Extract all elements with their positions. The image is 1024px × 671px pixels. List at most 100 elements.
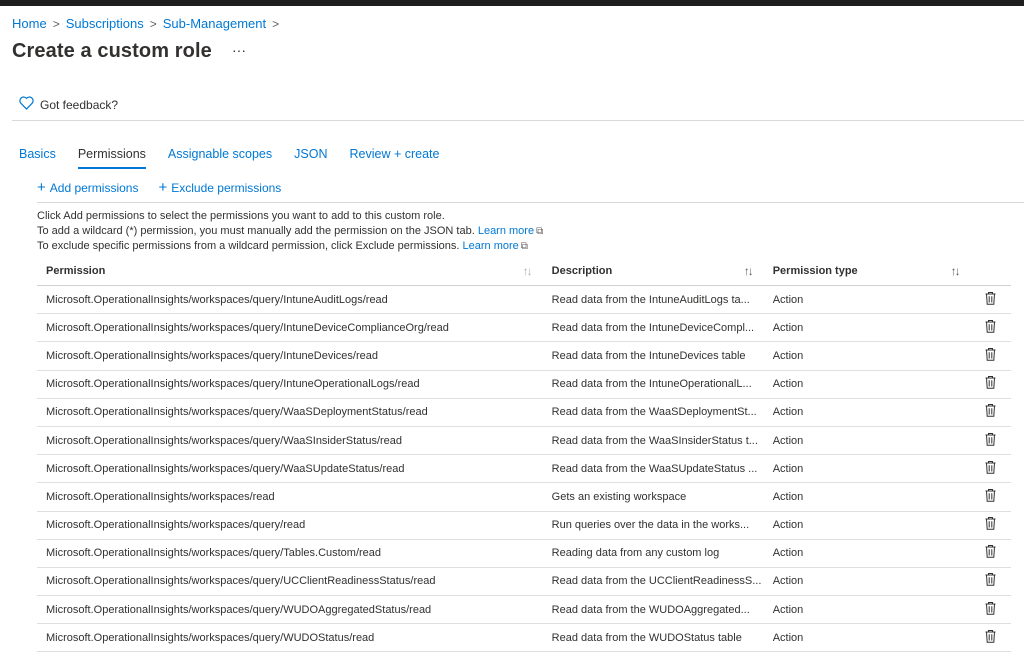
tab-basics[interactable]: Basics xyxy=(19,147,56,169)
info-line-1: Click Add permissions to select the perm… xyxy=(37,210,445,222)
permission-cell: Microsoft.OperationalInsights/workspaces… xyxy=(37,426,543,456)
tab-assignable-scopes[interactable]: Assignable scopes xyxy=(168,147,272,169)
feedback-link[interactable]: Got feedback? xyxy=(19,96,118,113)
table-row: Microsoft.OperationalInsights/workspaces… xyxy=(37,567,1011,597)
table-row: Microsoft.OperationalInsights/workspaces… xyxy=(37,313,1011,343)
delete-cell xyxy=(970,398,1011,427)
table-row: Microsoft.OperationalInsights/workspaces… xyxy=(37,539,1011,568)
description-cell: Read data from the WUDOAggregated... xyxy=(542,595,764,625)
sort-icon[interactable]: ↑↓ xyxy=(744,264,754,278)
permission-type-cell: Action xyxy=(763,567,971,597)
trash-icon[interactable] xyxy=(985,601,996,618)
permission-type-cell: Action xyxy=(763,285,971,315)
add-permissions-label: Add permissions xyxy=(49,181,139,195)
learn-more-link[interactable]: Learn more xyxy=(478,225,534,237)
permission-type-cell: Action xyxy=(763,623,971,653)
table-header-row: Permission ↑↓ Description ↑↓ Permission … xyxy=(37,256,1011,286)
permission-type-cell: Action xyxy=(763,595,971,625)
sort-icon[interactable]: ↑↓ xyxy=(523,264,533,278)
table-row: Microsoft.OperationalInsights/workspaces… xyxy=(37,595,1011,625)
delete-cell xyxy=(970,454,1011,484)
trash-icon[interactable] xyxy=(985,376,996,392)
more-options-button[interactable]: ··· xyxy=(232,42,246,58)
info-line-3-text: To exclude specific permissions from a w… xyxy=(37,240,460,252)
permission-cell: Microsoft.OperationalInsights/workspaces… xyxy=(37,341,543,371)
tab-json[interactable]: JSON xyxy=(294,147,327,169)
page-title: Create a custom role xyxy=(12,40,212,62)
heart-icon xyxy=(19,96,34,113)
learn-more-link[interactable]: Learn more xyxy=(463,240,519,252)
trash-icon[interactable] xyxy=(985,347,996,364)
breadcrumb-separator: > xyxy=(52,16,60,31)
permission-cell: Microsoft.OperationalInsights/workspaces… xyxy=(37,482,543,512)
delete-cell xyxy=(970,539,1011,568)
table-row: Microsoft.OperationalInsights/workspaces… xyxy=(37,370,1011,399)
table-row: Microsoft.OperationalInsights/workspaces… xyxy=(37,454,1011,484)
plus-icon: + xyxy=(158,179,168,196)
description-cell: Reading data from any custom log xyxy=(542,539,764,568)
table-row: Microsoft.OperationalInsights/workspaces… xyxy=(37,398,1011,427)
trash-icon[interactable] xyxy=(985,319,996,336)
external-link-icon: ⧉ xyxy=(520,241,528,252)
permission-type-cell: Action xyxy=(763,398,971,427)
delete-cell xyxy=(970,567,1011,597)
trash-icon[interactable] xyxy=(985,573,996,589)
tab-review-create[interactable]: Review + create xyxy=(349,147,439,169)
trash-icon[interactable] xyxy=(985,545,996,561)
trash-icon[interactable] xyxy=(985,629,996,646)
description-cell: Gets an existing workspace xyxy=(542,482,764,512)
table-row: Microsoft.OperationalInsights/workspaces… xyxy=(37,341,1011,371)
table-row: Microsoft.OperationalInsights/workspaces… xyxy=(37,623,1011,653)
permission-cell: Microsoft.OperationalInsights/workspaces… xyxy=(37,285,543,315)
column-header-permission[interactable]: Permission ↑↓ xyxy=(37,256,543,286)
column-header-label: Permission xyxy=(46,264,106,277)
trash-icon[interactable] xyxy=(985,488,996,505)
permission-type-cell: Action xyxy=(763,370,971,399)
permission-cell: Microsoft.OperationalInsights/workspaces… xyxy=(37,398,543,427)
delete-cell xyxy=(970,285,1011,315)
delete-cell xyxy=(970,623,1011,653)
permissions-table: Permission ↑↓ Description ↑↓ Permission … xyxy=(37,256,1011,653)
delete-cell xyxy=(970,426,1011,456)
permission-cell: Microsoft.OperationalInsights/workspaces… xyxy=(37,454,543,484)
breadcrumb-separator: > xyxy=(272,16,280,31)
trash-icon[interactable] xyxy=(985,432,996,449)
delete-cell xyxy=(970,482,1011,512)
permission-cell: Microsoft.OperationalInsights/workspaces… xyxy=(37,370,543,399)
table-row: Microsoft.OperationalInsights/workspaces… xyxy=(37,482,1011,512)
column-header-label: Permission type xyxy=(772,264,858,277)
permission-type-cell: Action xyxy=(763,341,971,371)
description-cell: Read data from the UCClientReadinessS... xyxy=(542,567,764,597)
permission-type-cell: Action xyxy=(763,511,971,540)
header-divider xyxy=(12,120,1024,121)
trash-icon[interactable] xyxy=(985,291,996,308)
table-body: Microsoft.OperationalInsights/workspaces… xyxy=(37,285,1011,653)
permission-type-cell: Action xyxy=(763,454,971,484)
description-cell: Read data from the IntuneAuditLogs ta... xyxy=(542,285,764,315)
breadcrumb-sub-management[interactable]: Sub-Management xyxy=(163,16,266,31)
trash-icon[interactable] xyxy=(985,517,996,533)
breadcrumb-home[interactable]: Home xyxy=(12,16,47,31)
add-permissions-button[interactable]: + Add permissions xyxy=(37,179,139,196)
delete-cell xyxy=(970,313,1011,343)
plus-icon: + xyxy=(37,179,46,196)
description-cell: Read data from the WaaSInsiderStatus t..… xyxy=(542,426,764,456)
description-cell: Read data from the IntuneDeviceCompl... xyxy=(542,313,764,343)
tab-permissions[interactable]: Permissions xyxy=(77,147,146,169)
exclude-permissions-button[interactable]: + Exclude permissions xyxy=(158,179,281,196)
permission-cell: Microsoft.OperationalInsights/workspaces… xyxy=(37,595,543,625)
column-header-permission-type[interactable]: Permission type ↑↓ xyxy=(763,256,971,286)
breadcrumb-subscriptions[interactable]: Subscriptions xyxy=(66,16,144,31)
delete-cell xyxy=(970,595,1011,625)
trash-icon[interactable] xyxy=(985,404,996,420)
trash-icon[interactable] xyxy=(985,460,996,477)
permission-cell: Microsoft.OperationalInsights/workspaces… xyxy=(37,623,543,653)
info-line-2: To add a wildcard (*) permission, you mu… xyxy=(37,224,543,239)
table-row: Microsoft.OperationalInsights/workspaces… xyxy=(37,511,1011,540)
info-line-3: To exclude specific permissions from a w… xyxy=(37,239,543,254)
sort-icon[interactable]: ↑↓ xyxy=(951,264,961,278)
delete-cell xyxy=(970,370,1011,399)
description-cell: Read data from the WUDOStatus table xyxy=(542,623,764,653)
external-link-icon: ⧉ xyxy=(536,226,544,237)
column-header-description[interactable]: Description ↑↓ xyxy=(542,256,764,286)
